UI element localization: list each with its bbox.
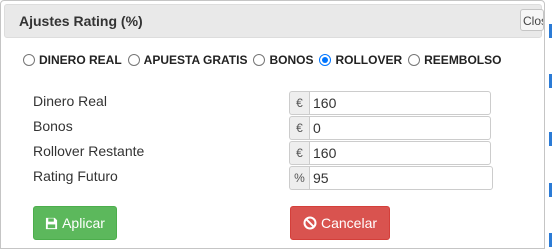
currency-addon: € <box>289 116 309 140</box>
radio-label-reembolso: REEMBOLSO <box>424 53 502 67</box>
radio-label-dinero-real: DINERO REAL <box>39 53 122 67</box>
rollover-restante-input-group: € <box>289 141 491 165</box>
settings-dialog: Ajustes Rating (%) Close DINERO REAL APU… <box>0 0 545 249</box>
apply-button[interactable]: Aplicar <box>33 206 117 240</box>
rollover-restante-label: Rollover Restante <box>33 143 145 159</box>
radio-bonos[interactable] <box>253 54 266 66</box>
radio-option-reembolso[interactable]: REEMBOLSO <box>408 53 501 67</box>
radio-apuesta-gratis[interactable] <box>127 54 140 66</box>
rating-futuro-input[interactable] <box>309 166 493 190</box>
background-page-edge <box>545 0 552 249</box>
rating-futuro-input-group: % <box>289 166 493 190</box>
bonos-input-group: € <box>289 116 491 140</box>
rollover-restante-input[interactable] <box>309 141 491 165</box>
currency-addon: € <box>289 91 309 115</box>
dialog-title: Ajustes Rating (%) <box>19 13 143 29</box>
rating-type-radio-group: DINERO REAL APUESTA GRATIS BONOS ROLLOVE… <box>23 53 507 67</box>
dinero-real-input-group: € <box>289 91 491 115</box>
ban-icon <box>303 216 317 230</box>
save-icon <box>46 217 58 229</box>
radio-option-rollover[interactable]: ROLLOVER <box>319 53 402 67</box>
radio-reembolso[interactable] <box>408 54 421 66</box>
rating-futuro-label: Rating Futuro <box>33 168 118 184</box>
radio-label-bonos: BONOS <box>269 53 314 67</box>
bonos-input[interactable] <box>309 116 491 140</box>
dinero-real-input[interactable] <box>309 91 491 115</box>
radio-label-rollover: ROLLOVER <box>335 53 403 67</box>
dinero-real-label: Dinero Real <box>33 93 107 109</box>
radio-label-apuesta-gratis: APUESTA GRATIS <box>143 53 248 67</box>
bonos-label: Bonos <box>33 118 73 134</box>
close-button[interactable]: Close <box>520 9 544 31</box>
dialog-titlebar[interactable]: Ajustes Rating (%) <box>4 4 542 38</box>
radio-rollover[interactable] <box>319 54 332 66</box>
cancel-button-label: Cancelar <box>320 215 378 231</box>
radio-dinero-real[interactable] <box>23 54 35 66</box>
radio-option-apuesta-gratis[interactable]: APUESTA GRATIS <box>127 53 248 67</box>
apply-button-label: Aplicar <box>62 215 105 231</box>
radio-option-dinero-real[interactable]: DINERO REAL <box>23 53 122 67</box>
currency-addon: € <box>289 141 309 165</box>
radio-option-bonos[interactable]: BONOS <box>253 53 313 67</box>
cancel-button[interactable]: Cancelar <box>290 206 390 240</box>
percent-addon: % <box>289 166 309 190</box>
